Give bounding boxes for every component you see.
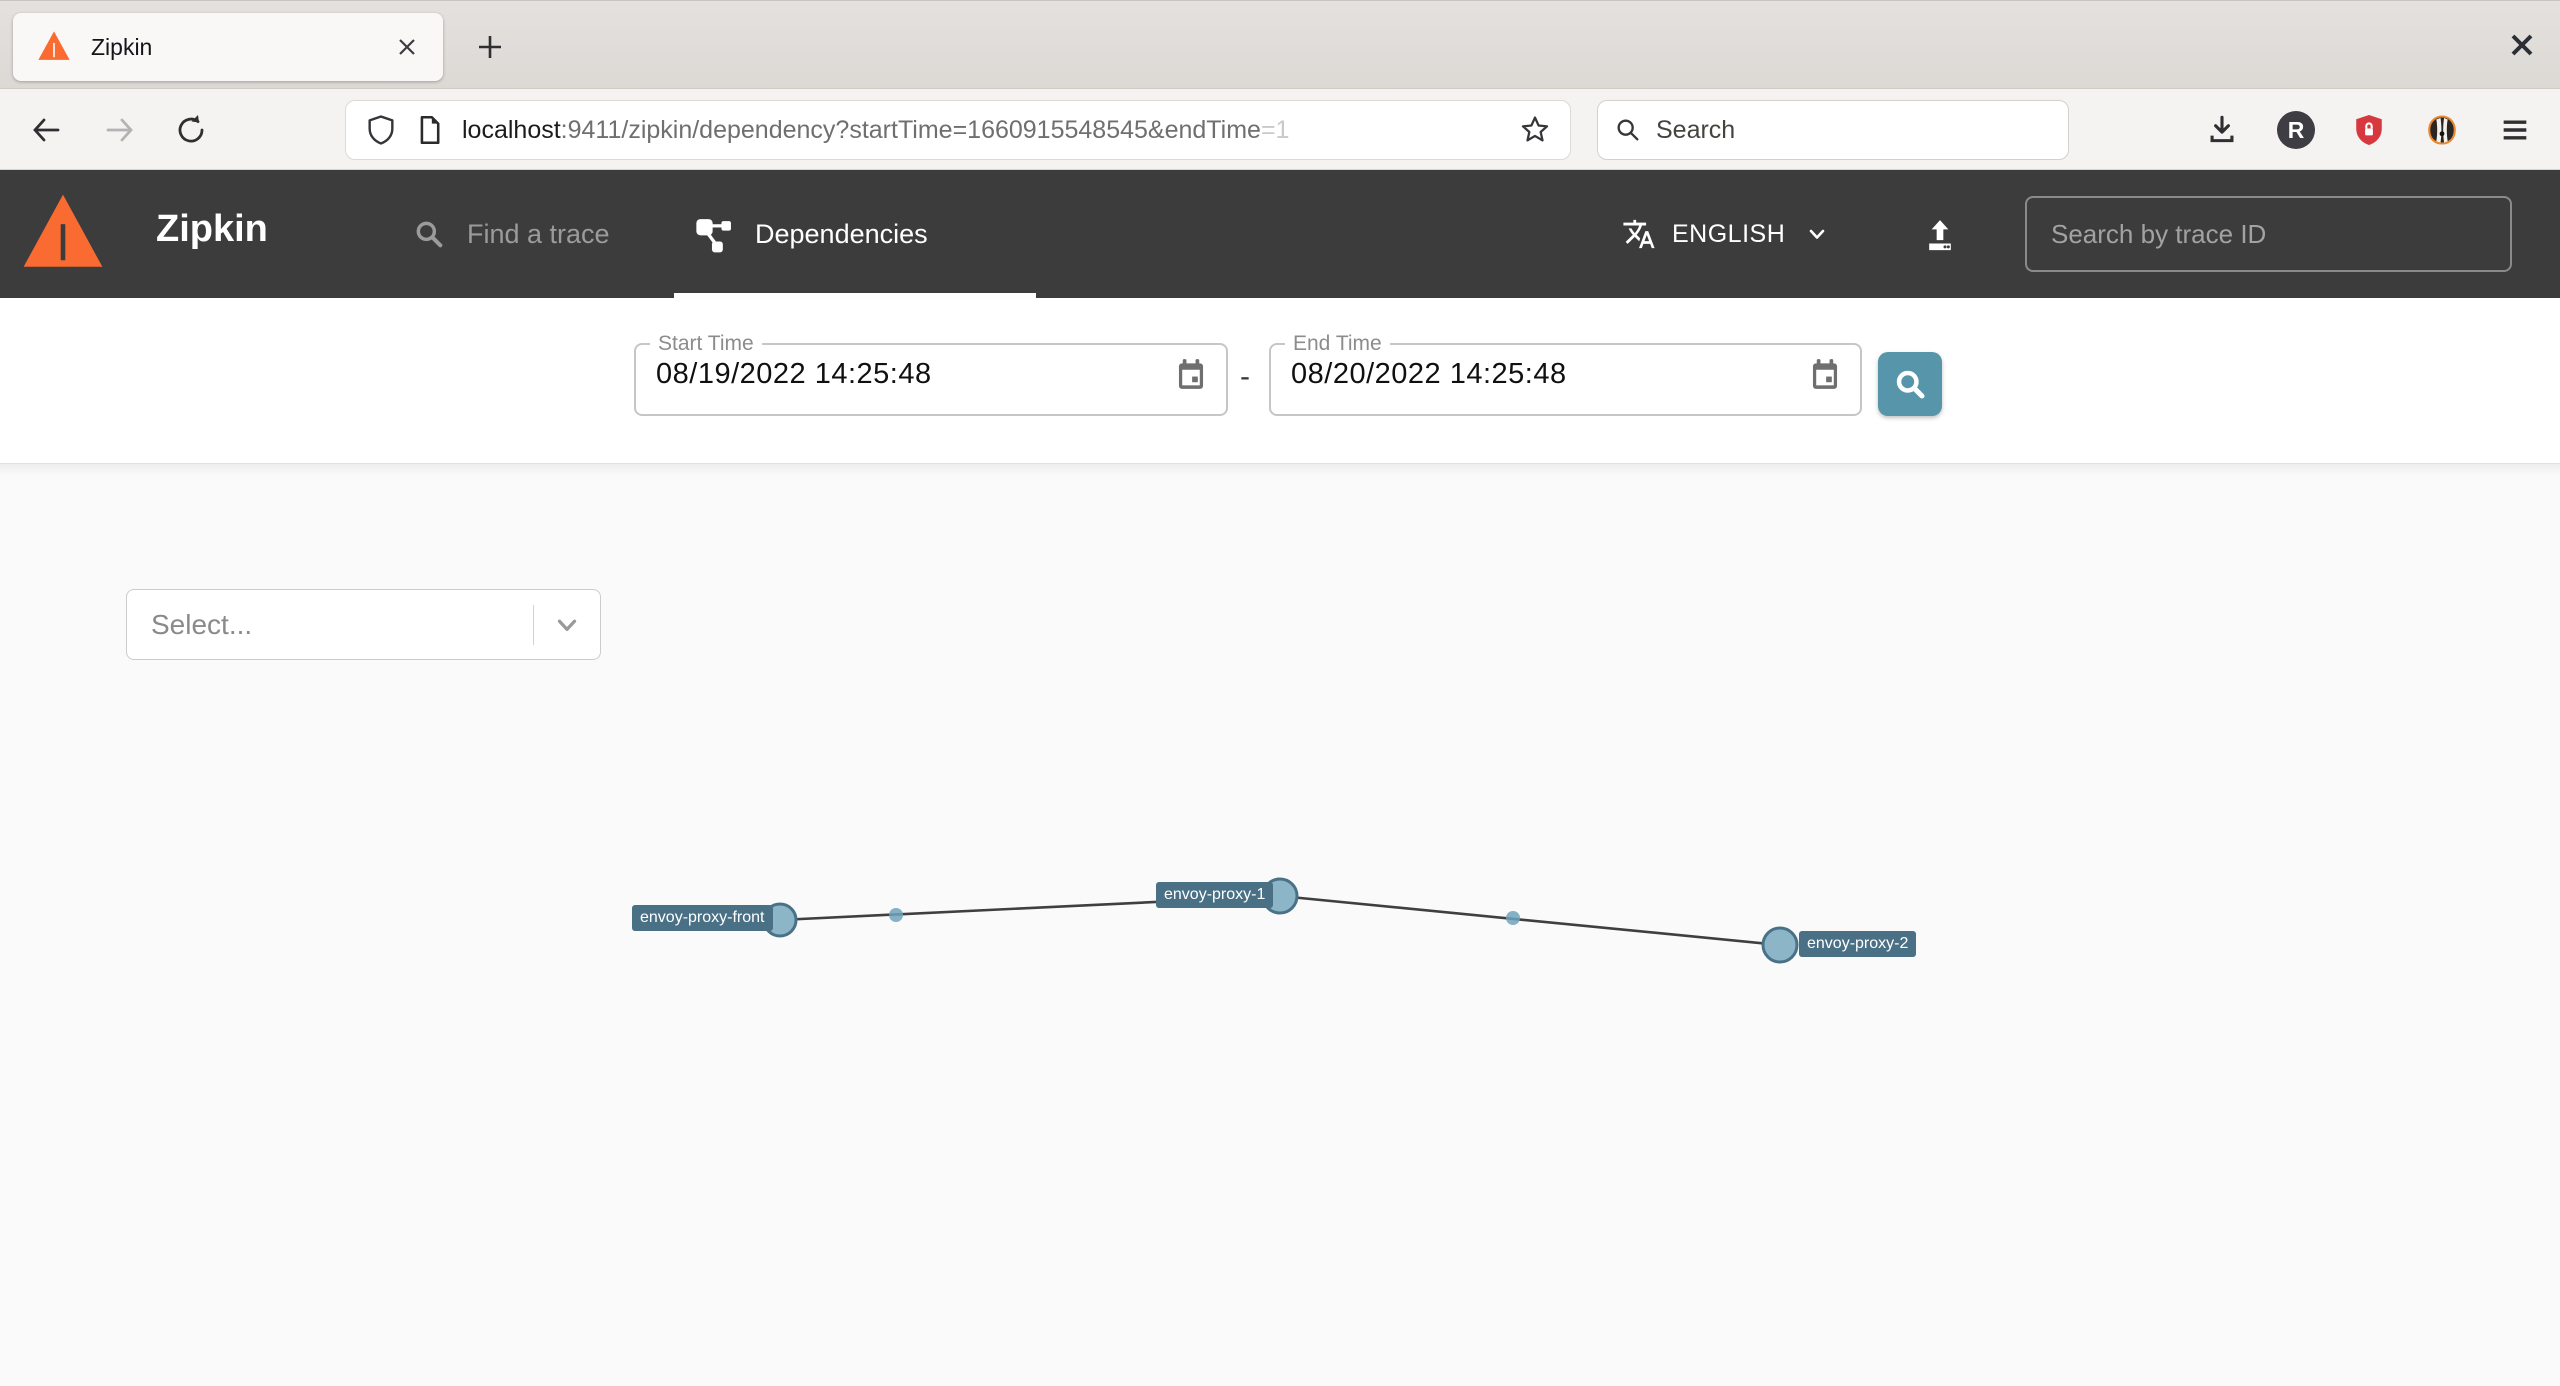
start-calendar-icon[interactable] (1174, 357, 1208, 391)
reload-icon[interactable] (166, 105, 216, 155)
graph-node-label[interactable]: envoy-proxy-1 (1156, 882, 1274, 908)
dependencies-page-body: Select... envoy-proxy-front envoy-proxy-… (0, 464, 2560, 1386)
dependencies-search-button[interactable] (1878, 352, 1942, 416)
graph-node-label[interactable]: envoy-proxy-2 (1799, 931, 1917, 957)
privacy-badger-icon[interactable] (2417, 105, 2467, 155)
zipkin-logo[interactable] (22, 186, 104, 282)
extension-r-badge: R (2277, 111, 2315, 149)
page-info-icon[interactable] (412, 113, 446, 147)
bookmark-star-icon[interactable] (1518, 113, 1552, 147)
chevron-down-icon (1809, 229, 1825, 239)
zipkin-header: Zipkin Find a trace Dependencies ENGLISH… (0, 170, 2560, 298)
dependencies-graph-icon (696, 219, 731, 253)
search-icon (1617, 119, 1639, 141)
end-time-label: End Time (1293, 332, 1382, 355)
graph-node-label[interactable]: envoy-proxy-front (632, 905, 773, 931)
browser-tab-zipkin[interactable]: Zipkin (13, 13, 443, 81)
forward-icon[interactable] (94, 105, 144, 155)
url-bar[interactable]: localhost:9411/zipkin/dependency?startTi… (345, 100, 1571, 160)
menu-hamburger-icon[interactable] (2490, 105, 2540, 155)
url-host: localhost (462, 115, 561, 144)
tab-title: Zipkin (91, 33, 153, 60)
url-text: localhost:9411/zipkin/dependency?startTi… (462, 116, 1518, 145)
trace-id-search-input[interactable] (2025, 196, 2512, 272)
start-time-label: Start Time (658, 332, 754, 355)
time-filter-bar: Start Time 08/19/2022 14:25:48 - End Tim… (0, 298, 2560, 464)
browser-search-placeholder: Search (1656, 115, 1736, 144)
search-icon (1896, 370, 1925, 399)
language-label: ENGLISH (1672, 219, 1786, 248)
extension-r-icon[interactable]: R (2271, 105, 2321, 155)
language-selector[interactable]: ENGLISH (1622, 170, 1829, 298)
start-time-value[interactable]: 08/19/2022 14:25:48 (656, 358, 932, 391)
browser-search-box[interactable]: Search (1597, 100, 2069, 160)
url-path: :9411/zipkin/dependency?startTime=166091… (560, 115, 1261, 144)
back-icon[interactable] (22, 105, 72, 155)
graph-traffic-dot (1506, 911, 1520, 925)
new-tab-button[interactable] (466, 23, 514, 71)
browser-window: Zipkin localhost:9411/zipkin/dependency?… (0, 0, 2560, 1386)
start-time-field[interactable]: Start Time 08/19/2022 14:25:48 (634, 332, 1228, 416)
extension-shield-lock-icon[interactable] (2344, 105, 2394, 155)
tracking-shield-icon[interactable] (364, 113, 398, 147)
url-path-faded: =1 (1260, 115, 1290, 144)
graph-edge (1279, 894, 1781, 947)
time-range-separator: - (1240, 360, 1250, 393)
downloads-icon[interactable] (2197, 105, 2247, 155)
end-time-field[interactable]: End Time 08/20/2022 14:25:48 (1269, 332, 1862, 416)
upload-icon (1929, 220, 1951, 251)
translate-icon (1623, 219, 1655, 249)
find-trace-search-icon (416, 221, 443, 248)
graph-node-envoy-proxy-2[interactable] (1761, 926, 1799, 964)
end-calendar-icon[interactable] (1808, 357, 1842, 391)
graph-traffic-dot (889, 908, 903, 922)
zipkin-brand-title[interactable]: Zipkin (156, 208, 268, 251)
upload-trace-button[interactable] (1912, 208, 1968, 264)
zipkin-favicon (38, 31, 70, 60)
browser-tab-bar: Zipkin (0, 0, 2560, 88)
nav-dependencies[interactable]: Dependencies (695, 170, 928, 298)
dependency-graph (762, 877, 1799, 964)
tab-close-icon[interactable] (387, 27, 427, 67)
browser-toolbar: localhost:9411/zipkin/dependency?startTi… (0, 88, 2560, 170)
window-close-icon[interactable] (2498, 21, 2546, 69)
nav-find-a-trace[interactable]: Find a trace (413, 170, 610, 298)
nav-dependencies-label: Dependencies (755, 218, 928, 249)
nav-find-a-trace-label: Find a trace (467, 218, 610, 249)
end-time-value[interactable]: 08/20/2022 14:25:48 (1291, 358, 1567, 391)
